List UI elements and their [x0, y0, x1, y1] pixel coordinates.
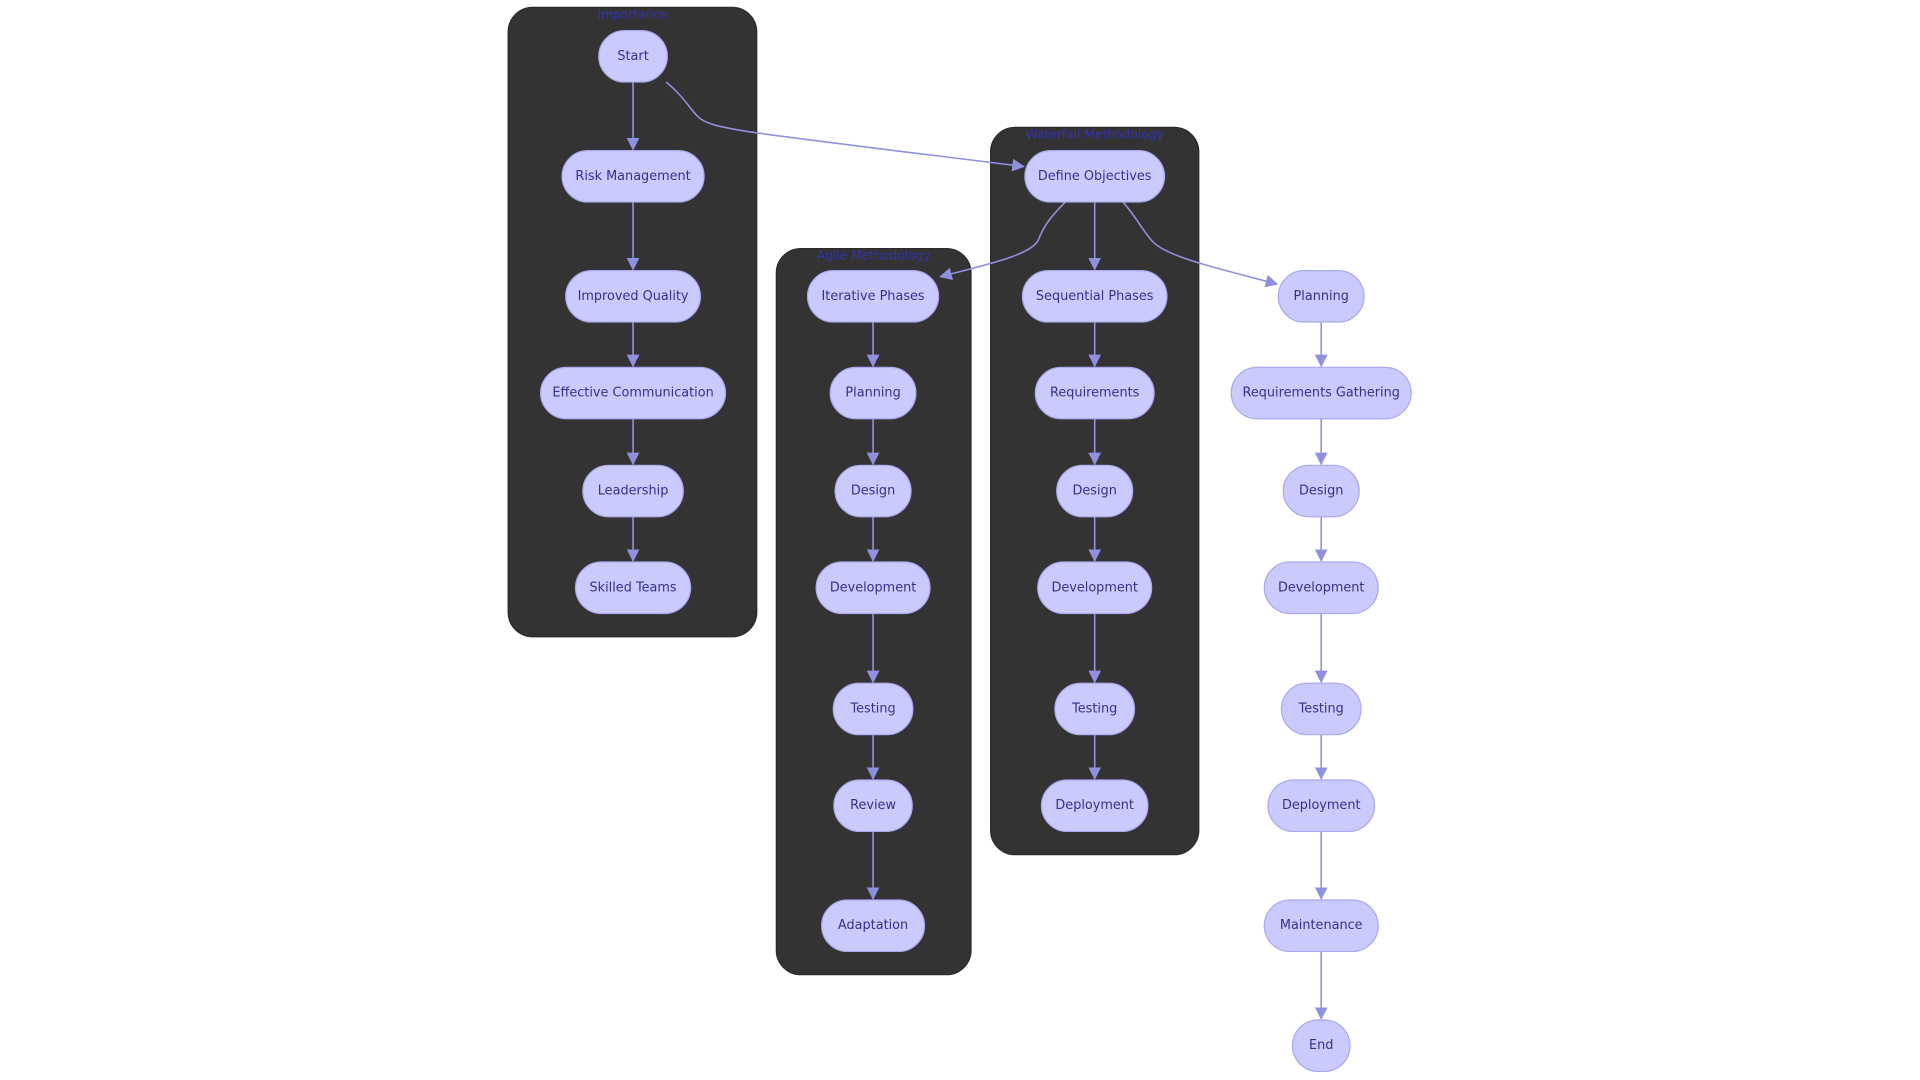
node-end[interactable]: End — [1291, 1019, 1351, 1073]
node-design[interactable]: Design — [834, 464, 912, 518]
node-label: Testing — [849, 701, 895, 716]
node-label: Iterative Phases — [822, 289, 925, 304]
node-label: Maintenance — [1280, 918, 1363, 933]
node-label: Review — [850, 798, 896, 813]
node-label: Leadership — [598, 484, 669, 499]
node-skilled-teams[interactable]: Skilled Teams — [574, 561, 692, 615]
node-label: Requirements Gathering — [1243, 386, 1400, 401]
node-development[interactable]: Development — [815, 561, 931, 615]
node-label: Deployment — [1055, 798, 1134, 813]
node-adaptation[interactable]: Adaptation — [821, 899, 926, 953]
node-planning[interactable]: Planning — [1277, 270, 1365, 323]
flowchart: Importance Agile Methodology Waterfall Met… — [507, 6, 1412, 1073]
node-development[interactable]: Development — [1263, 561, 1379, 615]
node-deployment[interactable]: Deployment — [1267, 779, 1376, 833]
node-effective-communication[interactable]: Effective Communication — [540, 366, 727, 420]
node-testing[interactable]: Testing — [1054, 682, 1136, 736]
node-design[interactable]: Design — [1056, 464, 1134, 518]
node-label: Development — [1278, 580, 1364, 595]
node-label: Improved Quality — [578, 289, 689, 304]
node-label: Define Objectives — [1038, 169, 1152, 184]
node-label: Development — [1051, 580, 1137, 595]
node-label: Planning — [1294, 289, 1349, 304]
node-maintenance[interactable]: Maintenance — [1263, 899, 1379, 953]
node-planning[interactable]: Planning — [829, 366, 917, 420]
node-risk-management[interactable]: Risk Management — [561, 150, 705, 203]
node-label: Design — [1073, 484, 1117, 499]
node-label: Testing — [1298, 701, 1344, 716]
node-development[interactable]: Development — [1037, 561, 1153, 615]
node-label: Development — [830, 580, 916, 595]
cluster-title: Agile Methodology — [817, 249, 931, 263]
node-label: Design — [851, 484, 895, 499]
node-label: Effective Communication — [552, 386, 713, 401]
cluster-title: Importance — [597, 7, 667, 21]
node-start[interactable]: Start — [598, 30, 668, 83]
node-label: Deployment — [1282, 798, 1361, 813]
node-design[interactable]: Design — [1282, 464, 1360, 518]
node-label: Testing — [1071, 701, 1117, 716]
node-testing[interactable]: Testing — [1280, 682, 1362, 736]
node-label: Adaptation — [838, 918, 908, 933]
node-requirements[interactable]: Requirements — [1034, 366, 1155, 420]
node-label: Planning — [845, 386, 900, 401]
node-label: Sequential Phases — [1036, 289, 1154, 304]
node-review[interactable]: Review — [833, 779, 913, 833]
node-requirements-gathering[interactable]: Requirements Gathering — [1230, 366, 1412, 420]
cluster-title: Waterfall Methodology — [1026, 127, 1164, 141]
node-label: Requirements — [1050, 386, 1140, 401]
node-deployment[interactable]: Deployment — [1040, 779, 1149, 833]
node-iterative-phases[interactable]: Iterative Phases — [806, 270, 940, 323]
node-label: End — [1309, 1038, 1333, 1053]
node-sequential-phases[interactable]: Sequential Phases — [1021, 270, 1168, 323]
node-define-objectives[interactable]: Define Objectives — [1024, 150, 1166, 203]
node-leadership[interactable]: Leadership — [582, 464, 684, 518]
node-label: Risk Management — [575, 169, 690, 184]
node-label: Start — [617, 49, 648, 64]
node-label: Design — [1299, 484, 1343, 499]
node-testing[interactable]: Testing — [832, 682, 914, 736]
node-improved-quality[interactable]: Improved Quality — [565, 270, 702, 323]
node-label: Skilled Teams — [590, 580, 677, 595]
